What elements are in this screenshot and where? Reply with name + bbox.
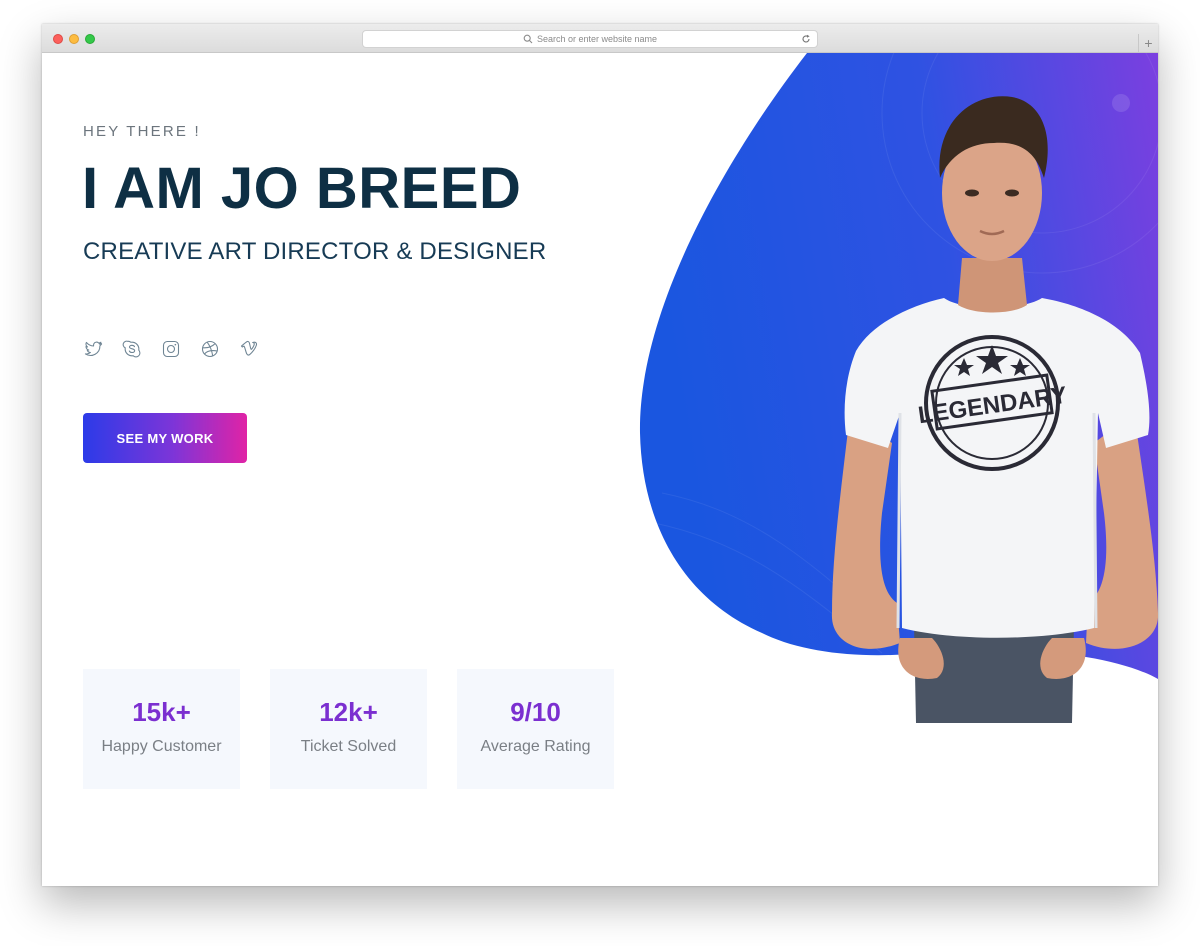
stat-card: 12k+ Ticket Solved: [270, 669, 427, 789]
minimize-window-button[interactable]: [69, 34, 79, 44]
stat-value: 9/10: [510, 696, 561, 727]
stat-value: 12k+: [319, 696, 378, 727]
stat-label: Average Rating: [480, 737, 591, 755]
search-icon: [523, 34, 533, 44]
close-window-button[interactable]: [53, 34, 63, 44]
address-placeholder: Search or enter website name: [536, 34, 658, 44]
address-bar[interactable]: Search or enter website name: [362, 30, 818, 48]
page-content: HEY THERE ! I AM JO BREED CREATIVE ART D…: [42, 53, 1158, 886]
maximize-window-button[interactable]: [85, 34, 95, 44]
browser-window: Search or enter website name + HEY THERE…: [42, 24, 1158, 886]
portrait-photo: LEGENDARY: [831, 96, 1158, 723]
hero-greeting: HEY THERE !: [83, 123, 201, 140]
stat-value: 15k+: [132, 696, 191, 727]
new-tab-button[interactable]: +: [1138, 34, 1158, 53]
browser-titlebar: Search or enter website name +: [42, 24, 1158, 53]
stat-label: Happy Customer: [101, 737, 222, 755]
social-links: [83, 339, 259, 359]
skype-icon[interactable]: [122, 339, 142, 359]
stat-label: Ticket Solved: [300, 737, 397, 755]
dribbble-icon[interactable]: [200, 339, 220, 359]
stat-card: 15k+ Happy Customer: [83, 669, 240, 789]
instagram-icon[interactable]: [161, 339, 181, 359]
reload-icon[interactable]: [801, 34, 811, 44]
hero-role: CREATIVE ART DIRECTOR & DESIGNER: [83, 238, 547, 265]
hero-name: I AM JO BREED: [82, 156, 522, 221]
vimeo-icon[interactable]: [239, 339, 259, 359]
see-my-work-button[interactable]: SEE MY WORK: [83, 413, 247, 463]
twitter-icon[interactable]: [83, 339, 103, 359]
stat-card: 9/10 Average Rating: [457, 669, 614, 789]
stats-row: 15k+ Happy Customer 12k+ Ticket Solved 9…: [83, 669, 614, 789]
